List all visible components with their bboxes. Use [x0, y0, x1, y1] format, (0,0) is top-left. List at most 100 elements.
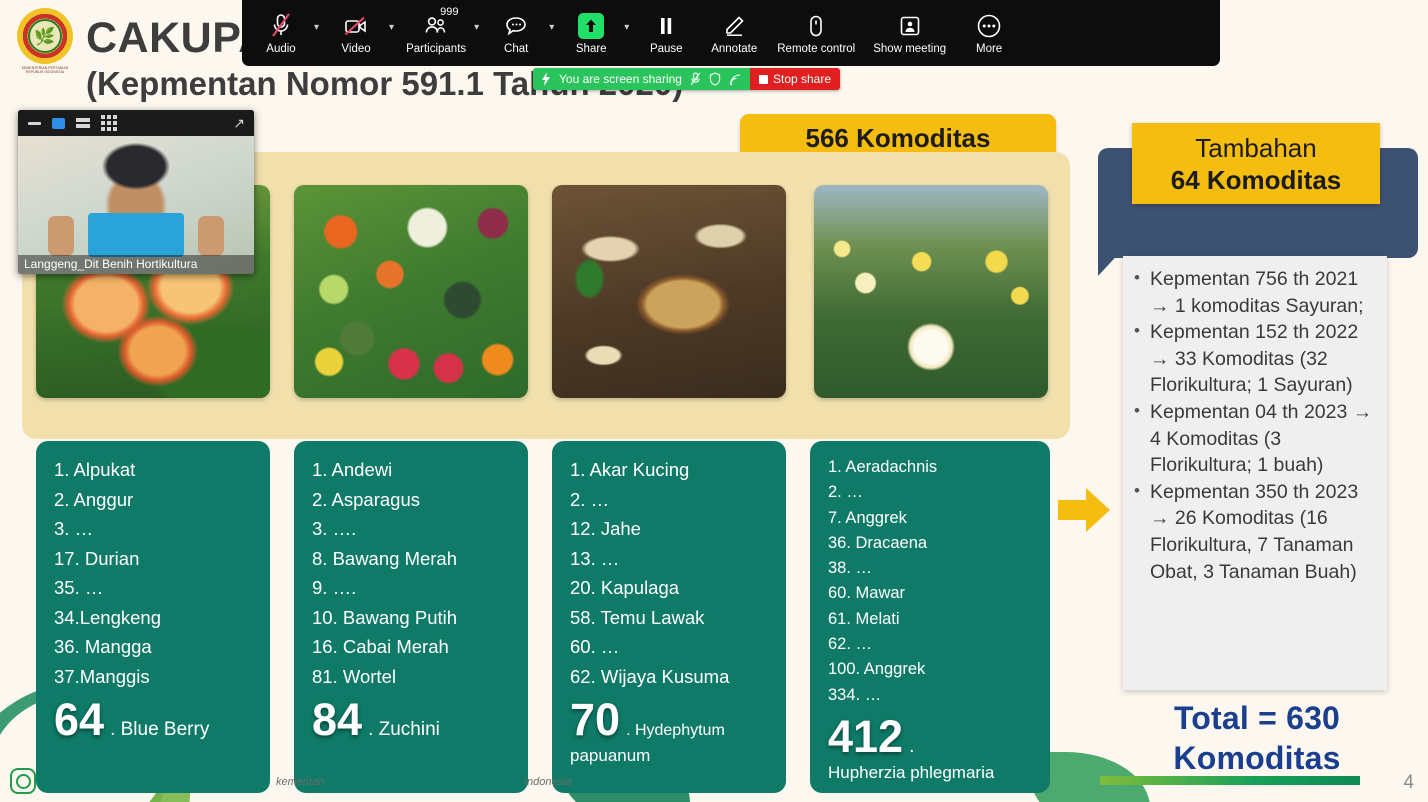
- commodity-card-florikultura: 1. Aeradachnis 2. … 7. Anggrek 36. Draca…: [810, 441, 1050, 793]
- toolbar-button-annotate[interactable]: Annotate: [703, 0, 765, 66]
- total-line-2: Komoditas: [1173, 740, 1341, 776]
- chrysanthemum-photo: [814, 185, 1048, 398]
- fact-item: Kepmentan 04 th 2023 → 4 Komoditas (3 Fl…: [1131, 398, 1379, 479]
- toolbar-button-remote-control[interactable]: Remote control: [771, 0, 861, 66]
- list-item: 8. Bawang Merah: [312, 547, 458, 569]
- list-item: 81. Wortel: [312, 665, 396, 687]
- tambahan-count: 64 Komoditas: [1170, 164, 1342, 195]
- chevron-down-icon[interactable]: ▾: [314, 22, 319, 33]
- chevron-down-icon[interactable]: ▾: [474, 22, 479, 33]
- pause-icon: [656, 11, 676, 41]
- facts-list: Kepmentan 756 th 2021 → 1 komoditas Sayu…: [1131, 265, 1379, 585]
- chevron-down-icon[interactable]: ▾: [549, 22, 554, 33]
- minimize-icon[interactable]: [28, 121, 41, 125]
- list-item: 62. Wijaya Kusuma: [570, 665, 730, 687]
- commodity-total-label: . Hydephytum: [626, 722, 725, 739]
- video-thumbnail-panel[interactable]: ↗ Langgeng_Dit Benih Hortikultura: [18, 110, 254, 274]
- toolbar-button-video[interactable]: Video: [325, 0, 387, 66]
- commodity-total-number: 412: [828, 710, 904, 762]
- commodity-total-continuation: papuanum: [570, 746, 651, 765]
- commodity-total-label: .: [909, 735, 915, 757]
- list-item: 37.Manggis: [54, 665, 150, 687]
- page-number: 4: [1403, 772, 1414, 793]
- commodity-card-tanaman-obat: 1. Akar Kucing 2. … 12. Jahe 13. … 20. K…: [552, 441, 786, 793]
- list-item: 35. …: [54, 577, 104, 598]
- chevron-down-icon[interactable]: ▾: [389, 22, 394, 33]
- stop-share-label: Stop share: [772, 72, 832, 86]
- network-signal-icon[interactable]: [729, 72, 742, 86]
- hand-left: [48, 216, 74, 257]
- strip-view-icon[interactable]: [76, 117, 90, 129]
- toolbar-label-chat: Chat: [504, 43, 529, 55]
- toolbar-label-pause: Pause: [649, 43, 683, 55]
- expand-icon[interactable]: ↗: [233, 116, 245, 130]
- sharing-status-group: You are screen sharing: [533, 68, 750, 90]
- list-item: 60. …: [570, 636, 620, 657]
- list-item: 3. ….: [312, 518, 357, 539]
- list-item: 12. Jahe: [570, 518, 641, 539]
- stop-share-button[interactable]: Stop share: [749, 68, 841, 90]
- stop-square-icon: [758, 74, 768, 84]
- list-item: 36. Dracaena: [828, 533, 928, 552]
- show-meeting-icon: [898, 11, 922, 41]
- facts-panel: Kepmentan 756 th 2021 → 1 komoditas Sayu…: [1123, 256, 1387, 690]
- commodity-total-row: 84 . Zuchini: [312, 697, 514, 743]
- list-item: 1. Aeradachnis: [828, 458, 938, 476]
- total-line-1: Total = 630: [1173, 700, 1341, 736]
- gallery-view-icon[interactable]: [101, 115, 117, 131]
- toolbar-button-pause[interactable]: Pause: [635, 0, 697, 66]
- toolbar-button-chat[interactable]: Chat: [485, 0, 547, 66]
- list-item: 20. Kapulaga: [570, 577, 680, 598]
- active-speaker-view-icon[interactable]: [52, 117, 65, 129]
- share-screen-icon: [578, 11, 605, 41]
- commodity-total-number: 84: [312, 694, 363, 745]
- participant-video: Langgeng_Dit Benih Hortikultura: [18, 136, 254, 274]
- plant-glyph: 🌿: [34, 26, 56, 46]
- tambahan-badge: Tambahan 64 Komoditas: [1132, 123, 1380, 204]
- toolbar-button-show-meeting[interactable]: Show meeting: [867, 0, 952, 66]
- toolbar-group-participants: 999 Participants ▾: [400, 0, 479, 66]
- toolbar-label-participants: Participants: [406, 43, 467, 55]
- ministry-logo: 🌿 KEMENTERIAN PERTANIAN REPUBLIK INDONES…: [14, 8, 76, 80]
- commodity-total-number: 70: [570, 694, 621, 745]
- list-item: 1. Andewi: [312, 459, 393, 480]
- toolbar-button-audio[interactable]: Audio: [250, 0, 312, 66]
- arrow-right-icon: [1056, 482, 1112, 538]
- toolbar-label-annotate: Annotate: [711, 43, 758, 55]
- list-item: 62. …: [828, 635, 873, 654]
- ministry-seal-icon: 🌿: [17, 8, 73, 64]
- list-item: 7. Anggrek: [828, 508, 907, 527]
- toolbar-label-remote-control: Remote control: [777, 43, 856, 55]
- screen: 🌿 KEMENTERIAN PERTANIAN REPUBLIK INDONES…: [0, 0, 1428, 802]
- toolbar-group-video: Video ▾: [325, 0, 394, 66]
- vegetables-photo: [294, 185, 528, 398]
- chevron-down-icon[interactable]: ▾: [624, 22, 629, 33]
- list-item: 17. Durian: [54, 547, 140, 569]
- fact-item: Kepmentan 756 th 2021 → 1 komoditas Sayu…: [1131, 265, 1379, 319]
- toolbar-button-more[interactable]: More: [958, 0, 1020, 66]
- list-item: 334. …: [828, 685, 882, 704]
- list-item: 61. Melati: [828, 609, 900, 628]
- microphone-icon[interactable]: [690, 72, 701, 86]
- pencil-annotate-icon: [722, 11, 746, 41]
- microphone-muted-icon: [270, 11, 292, 41]
- shield-icon[interactable]: [709, 72, 721, 86]
- commodity-list-florikultura: 1. Aeradachnis 2. … 7. Anggrek 36. Draca…: [828, 455, 1036, 708]
- banner-566-label: 566 Komoditas: [805, 122, 991, 153]
- screen-sharing-bar: You are screen sharing Stop share: [533, 68, 841, 90]
- list-item: 2. …: [570, 488, 610, 510]
- list-item: 38. …: [828, 559, 873, 578]
- sharing-status-text: You are screen sharing: [559, 72, 682, 86]
- toolbar-button-share[interactable]: Share: [560, 0, 622, 66]
- chat-icon: [504, 11, 528, 41]
- list-item: 2. …: [828, 483, 863, 502]
- participant-name-label: Langgeng_Dit Benih Hortikultura: [18, 255, 254, 274]
- toolbar-button-participants[interactable]: 999 Participants: [400, 0, 472, 66]
- commodity-total-row: 412 . Hupherzia phlegmaria: [828, 710, 1036, 786]
- list-item: 60. Mawar: [828, 584, 906, 603]
- toolbar-group-share: Share ▾: [560, 0, 629, 66]
- commodity-total-label: . Blue Berry: [110, 719, 210, 740]
- list-item: 36. Mangga: [54, 636, 152, 657]
- toolbar-group-chat: Chat ▾: [485, 0, 554, 66]
- toolbar-label-show-meeting: Show meeting: [873, 43, 947, 55]
